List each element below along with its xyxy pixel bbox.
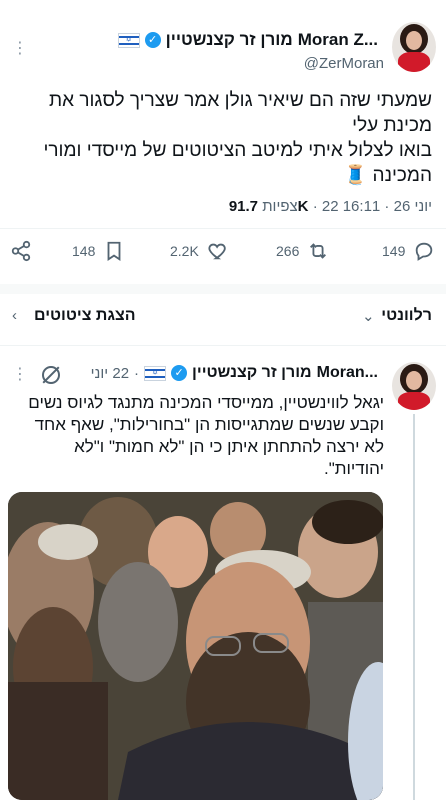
views-label: צפיות [262, 198, 298, 215]
relevance-sort[interactable]: רלוונטי [381, 307, 432, 325]
tweet-time[interactable]: 16:11 [343, 198, 381, 215]
more-dots-icon[interactable]: ⋮ [12, 38, 29, 58]
reply-date: 22 יוני [90, 364, 130, 382]
reply-text-line: יגאל לווינשטיין, ממייסדי המכינה מתנגד לג… [28, 393, 384, 412]
reply-text-line: וקבע שנשים שמתגייסות הן "בחורילות", שאף … [34, 415, 384, 434]
author-name: Moran Z... [297, 30, 378, 49]
retweet-button[interactable]: 266 [276, 240, 329, 262]
tweet-actions: 148 2.2K 266 149 [0, 240, 446, 268]
retweet-icon [310, 243, 327, 259]
retweet-count: 266 [276, 243, 300, 259]
author-name-he: מורן זר קצנשטיין [165, 30, 293, 49]
verified-badge-icon: ✓ [144, 32, 161, 48]
author-name-row[interactable]: ✡ ✓ מורן זר קצנשטיין Moran Z... [117, 30, 378, 50]
avatar[interactable] [392, 362, 436, 410]
chevron-down-icon[interactable]: ⌄ [362, 307, 375, 325]
reply-text-line: לא ירצה להתחתן איתן כי הן "לא חמות" ו"לא [74, 437, 384, 456]
tweet-text-line: בואו לצלול איתי למיטב הציטוטים של מייסדי… [43, 140, 432, 161]
reply-filter-row: ‹ הצגת ציטוטים ⌄ רלוונטי [0, 305, 446, 335]
bookmark-button[interactable]: 148 [72, 240, 125, 262]
show-quotes-link[interactable]: הצגת ציטוטים [34, 307, 136, 325]
tweet-text-line: המכינה 🧵 [343, 165, 432, 186]
grok-icon[interactable] [42, 366, 60, 384]
bookmark-icon [107, 241, 121, 261]
tweet-text-line: שמעתי שזה הם שיאיר גולן אמר שצריך לסגור … [48, 90, 432, 111]
tweet-photo[interactable] [8, 492, 383, 800]
share-icon [11, 240, 31, 262]
tweet-text: שמעתי שזה הם שיאיר גולן אמר שצריך לסגור … [12, 88, 432, 188]
like-button[interactable]: 2.2K [170, 240, 229, 262]
reply-text-line: יהודיות". [323, 459, 384, 478]
reply-author-name: Moran... [316, 364, 378, 381]
like-count: 2.2K [170, 243, 199, 259]
verified-badge-icon: ✓ [171, 365, 188, 381]
author-handle[interactable]: @ZerMoran [304, 55, 384, 72]
reply-button[interactable]: 149 [382, 240, 435, 262]
israel-flag-icon: ✡ [117, 32, 140, 48]
section-separator [0, 284, 446, 294]
share-button[interactable] [10, 240, 32, 262]
photo-crowd-image [8, 492, 383, 800]
tweet-text-line: מכינת עלי [352, 115, 432, 136]
avatar[interactable] [392, 22, 436, 72]
tweet-meta: צפיות 91.7K · 22 יוני 26 · 16:11 [228, 198, 432, 215]
divider [0, 345, 446, 346]
israel-flag-icon: ✡ [144, 365, 167, 381]
divider [0, 228, 446, 229]
reply-icon [416, 242, 433, 261]
reply-text: יגאל לווינשטיין, ממייסדי המכינה מתנגד לג… [4, 392, 384, 480]
more-dots-icon[interactable]: ⋮ [12, 364, 29, 384]
reply-author-name-he: מורן זר קצנשטיין [192, 364, 312, 381]
heart-icon [208, 243, 226, 260]
chevron-left-icon[interactable]: ‹ [12, 307, 17, 324]
bookmark-count: 148 [72, 243, 96, 259]
thread-line [413, 414, 415, 800]
reply-count: 149 [382, 243, 406, 259]
reply-author-row[interactable]: 22 יוני · ✡ ✓ מורן זר קצנשטיין Moran... [91, 364, 378, 382]
